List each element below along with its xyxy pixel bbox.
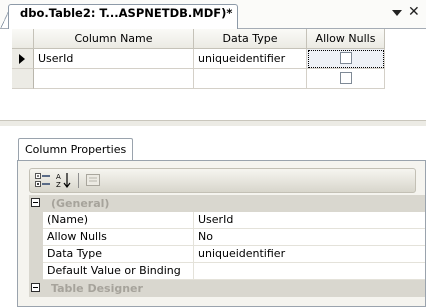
property-name: Data Type: [43, 246, 194, 263]
table-row[interactable]: [12, 69, 385, 89]
document-tab-strip: dbo.Table2: T...ASPNETDB.MDF)* ✕: [0, 0, 426, 29]
alphabetical-icon[interactable]: A Z: [55, 171, 73, 189]
category-row-general[interactable]: (General): [29, 195, 425, 212]
category-row-table-designer[interactable]: Table Designer: [29, 280, 425, 297]
property-name: (Name): [43, 212, 194, 229]
collapse-icon[interactable]: [31, 198, 40, 207]
data-type-cell[interactable]: uniqueidentifier: [194, 49, 307, 69]
allow-nulls-cell[interactable]: [307, 49, 385, 69]
collapse-icon[interactable]: [31, 283, 40, 292]
grid-header-row: Column Name Data Type Allow Nulls: [12, 29, 385, 49]
column-properties-area: Column Properties A Z (General) (Name) U…: [0, 126, 426, 307]
category-label: Table Designer: [51, 282, 143, 295]
data-type-cell[interactable]: [194, 69, 307, 89]
table-row[interactable]: UserId uniqueidentifier: [12, 49, 385, 69]
data-type-header[interactable]: Data Type: [194, 29, 307, 49]
column-name-cell[interactable]: [34, 69, 194, 89]
property-row[interactable]: Default Value or Binding: [29, 263, 425, 280]
property-pages-icon[interactable]: [84, 171, 102, 189]
property-value[interactable]: UserId: [194, 212, 425, 229]
property-value[interactable]: [194, 263, 425, 280]
allow-nulls-header[interactable]: Allow Nulls: [307, 29, 385, 49]
category-label: (General): [51, 197, 110, 210]
row-selector[interactable]: [12, 69, 34, 89]
toolbar-separator: [78, 173, 79, 188]
allow-nulls-checkbox[interactable]: [340, 52, 352, 64]
tab-column-properties[interactable]: Column Properties: [18, 138, 133, 160]
grid-gutter: [29, 246, 43, 263]
column-name-header[interactable]: Column Name: [34, 29, 194, 49]
column-name-cell[interactable]: UserId: [34, 49, 194, 69]
allow-nulls-cell[interactable]: [307, 69, 385, 89]
row-selector[interactable]: [12, 49, 34, 69]
allow-nulls-checkbox[interactable]: [340, 72, 352, 84]
property-value[interactable]: uniqueidentifier: [194, 246, 425, 263]
property-row[interactable]: Allow Nulls No: [29, 229, 425, 246]
svg-text:A: A: [56, 173, 61, 181]
grid-corner: [12, 29, 34, 49]
property-value[interactable]: No: [194, 229, 425, 246]
window-list-dropdown-icon[interactable]: [391, 6, 403, 20]
grid-gutter: [29, 280, 43, 297]
grid-gutter: [29, 212, 43, 229]
document-tab-title[interactable]: dbo.Table2: T...ASPNETDB.MDF)*: [20, 6, 232, 20]
current-row-arrow-icon: [19, 54, 25, 64]
property-row[interactable]: (Name) UserId: [29, 212, 425, 229]
grid-gutter: [29, 263, 43, 280]
grid-gutter: [29, 229, 43, 246]
property-name: Allow Nulls: [43, 229, 194, 246]
property-name: Default Value or Binding: [43, 263, 194, 280]
close-icon[interactable]: ✕: [408, 5, 420, 19]
column-properties-panel: A Z (General) (Name) UserId Allow Nulls …: [17, 160, 426, 307]
property-row[interactable]: Data Type uniqueidentifier: [29, 246, 425, 263]
grid-gutter: [29, 195, 43, 212]
svg-text:Z: Z: [56, 181, 61, 189]
categorized-icon[interactable]: [34, 171, 52, 189]
properties-toolbar: A Z: [29, 168, 416, 193]
